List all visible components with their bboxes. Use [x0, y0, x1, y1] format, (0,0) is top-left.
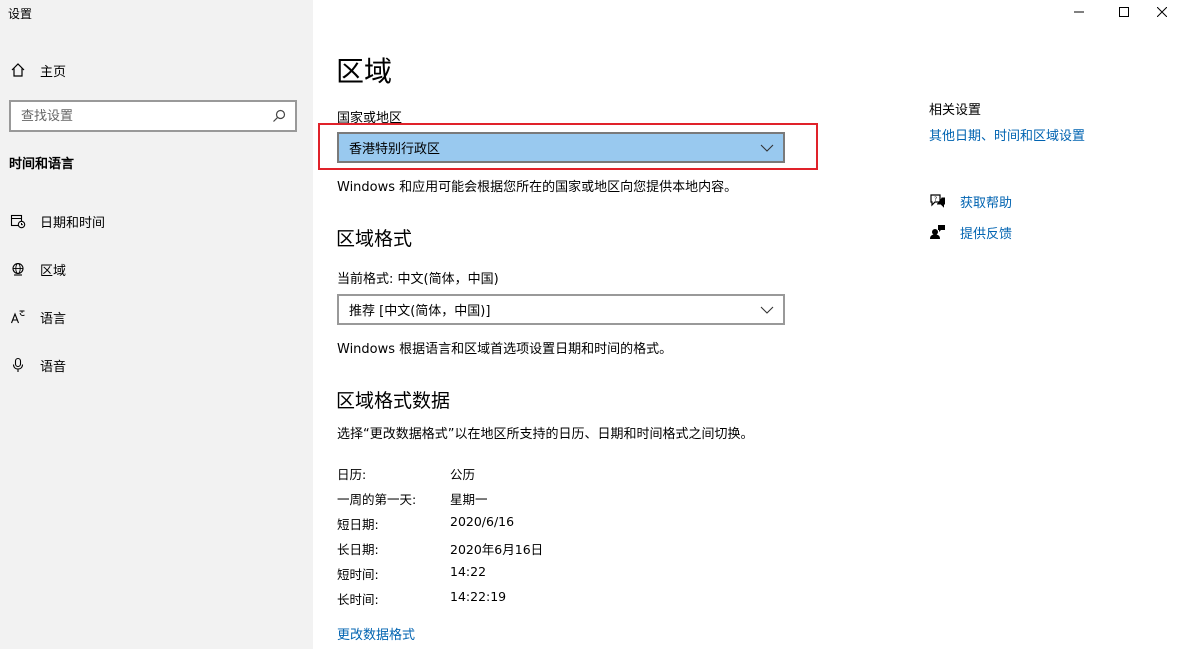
- sidebar-item-region[interactable]: 区域: [10, 259, 66, 279]
- country-dropdown[interactable]: 香港特别行政区: [337, 132, 785, 163]
- format-heading: 区域格式: [336, 228, 413, 250]
- minimize-button[interactable]: [1056, 0, 1102, 26]
- feedback-icon: [929, 224, 946, 240]
- format-data-heading: 区域格式数据: [336, 390, 451, 412]
- sidebar-item-label: 语言: [40, 311, 67, 327]
- change-data-format-link[interactable]: 更改数据格式: [337, 624, 415, 643]
- search-icon[interactable]: [271, 108, 287, 124]
- home-label: 主页: [40, 64, 67, 80]
- sidebar-item-label: 区域: [40, 263, 67, 279]
- format-dropdown[interactable]: 推荐 [中文(简体，中国)]: [337, 294, 785, 325]
- section-title: 时间和语言: [9, 157, 75, 172]
- get-help-link[interactable]: ? 获取帮助: [929, 191, 1012, 211]
- page-title: 区域: [336, 55, 393, 88]
- sidebar-item-speech[interactable]: 语音: [10, 355, 66, 375]
- feedback-label: 提供反馈: [960, 226, 1013, 242]
- first-day-label: 一周的第一天:: [337, 492, 417, 507]
- calendar-clock-icon: [10, 213, 26, 229]
- current-format-label: 当前格式: 中文(简体，中国): [337, 272, 499, 287]
- sidebar-item-language[interactable]: 语言: [10, 307, 66, 327]
- short-time-value: 14:22: [450, 564, 487, 579]
- chat-help-icon: ?: [929, 193, 946, 209]
- globe-icon: [10, 261, 26, 277]
- sidebar-item-label: 日期和时间: [40, 215, 106, 231]
- sidebar: 设置 主页 时间和语言 日期和时间 区域 语言 语音: [0, 0, 313, 649]
- short-time-label: 短时间:: [337, 567, 379, 582]
- close-button[interactable]: [1139, 0, 1185, 26]
- maximize-icon: [1119, 6, 1129, 21]
- microphone-icon: [10, 357, 26, 373]
- search-box[interactable]: [9, 100, 297, 132]
- short-date-label: 短日期:: [337, 517, 379, 532]
- get-help-label: 获取帮助: [960, 195, 1013, 211]
- long-date-label: 长日期:: [337, 542, 379, 557]
- long-time-label: 长时间:: [337, 592, 379, 607]
- search-input[interactable]: [21, 108, 261, 124]
- short-date-value: 2020/6/16: [450, 514, 515, 529]
- minimize-icon: [1074, 6, 1084, 21]
- home-icon: [10, 62, 26, 78]
- language-icon: [10, 309, 26, 325]
- country-selected-value: 香港特别行政区: [349, 142, 441, 157]
- sidebar-item-label: 语音: [40, 359, 67, 375]
- app-title: 设置: [8, 7, 33, 21]
- format-selected-value: 推荐 [中文(简体，中国)]: [349, 304, 491, 319]
- first-day-value: 星期一: [450, 492, 488, 507]
- close-icon: [1156, 6, 1168, 21]
- other-date-time-region-link[interactable]: 其他日期、时间和区域设置: [929, 125, 1085, 144]
- home-nav[interactable]: 主页: [10, 60, 66, 80]
- calendar-label: 日历:: [337, 467, 367, 482]
- feedback-link[interactable]: 提供反馈: [929, 222, 1012, 242]
- chevron-down-icon: [760, 142, 774, 157]
- long-time-value: 14:22:19: [450, 589, 507, 604]
- sidebar-item-date-time[interactable]: 日期和时间: [10, 211, 105, 231]
- related-settings-title: 相关设置: [929, 103, 982, 118]
- svg-text:?: ?: [934, 196, 937, 203]
- chevron-down-icon: [760, 304, 774, 319]
- format-data-description: 选择“更改数据格式”以在地区所支持的日历、日期和时间格式之间切换。: [337, 427, 754, 442]
- calendar-value: 公历: [450, 467, 476, 482]
- long-date-value: 2020年6月16日: [450, 542, 544, 557]
- format-description: Windows 根据语言和区域首选项设置日期和时间的格式。: [337, 342, 673, 357]
- country-description: Windows 和应用可能会根据您所在的国家或地区向您提供本地内容。: [337, 180, 738, 195]
